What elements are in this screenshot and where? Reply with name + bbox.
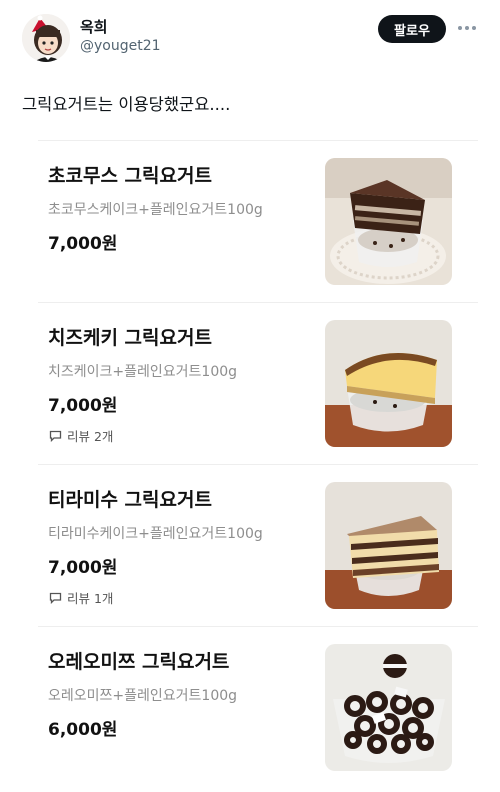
menu-item-name: 오레오미쯔 그릭요거트	[48, 651, 230, 673]
user-handle[interactable]: @youget21	[80, 38, 161, 54]
review-count[interactable]: 리뷰 2개	[49, 426, 113, 445]
menu-item[interactable]: 초코무스 그릭요거트 초코무스케이크+플레인요거트100g 7,000원	[22, 140, 478, 302]
menu-item-price: 7,000원	[48, 558, 118, 578]
divider	[38, 302, 478, 303]
menu-item[interactable]: 오레오미쯔 그릭요거트 오레오미쯔+플레인요거트100g 6,000원	[22, 626, 478, 788]
divider	[38, 140, 478, 141]
menu-item-name: 티라미수 그릭요거트	[48, 489, 212, 511]
menu-item-description: 치즈케이크+플레인요거트100g	[48, 364, 238, 380]
cheesecake-photo	[325, 320, 452, 447]
avatar[interactable]	[22, 14, 70, 62]
menu-item-name: 초코무스 그릭요거트	[48, 165, 212, 187]
display-name[interactable]: 옥희	[80, 16, 108, 37]
menu-item-description: 초코무스케이크+플레인요거트100g	[48, 202, 263, 218]
menu-item-price: 7,000원	[48, 234, 118, 254]
menu-item[interactable]: 티라미수 그릭요거트 티라미수케이크+플레인요거트100g 7,000원 리뷰 …	[22, 464, 478, 626]
review-count[interactable]: 리뷰 1개	[49, 588, 113, 607]
tiramisu-photo	[325, 482, 452, 609]
menu-item-name: 치즈케키 그릭요거트	[48, 327, 212, 349]
divider	[38, 464, 478, 465]
attached-menu-image[interactable]: 초코무스 그릭요거트 초코무스케이크+플레인요거트100g 7,000원 치즈케…	[22, 140, 478, 792]
oreo-cereal-photo	[325, 644, 452, 771]
chocolate-mousse-photo	[325, 158, 452, 285]
tweet-text: 그릭요거트는 이용당했군요....	[22, 95, 231, 114]
menu-item-price: 7,000원	[48, 396, 118, 416]
speech-bubble-icon	[49, 430, 62, 442]
review-count-label: 리뷰 2개	[67, 429, 114, 444]
menu-item-price: 6,000원	[48, 720, 118, 740]
divider	[38, 626, 478, 627]
tweet-header: 옥희 @youget21 팔로우	[0, 0, 500, 75]
follow-button[interactable]: 팔로우	[378, 15, 446, 43]
cartoon-avatar-icon	[22, 14, 70, 62]
speech-bubble-icon	[49, 592, 62, 604]
more-dots-icon	[458, 26, 462, 30]
menu-item-description: 티라미수케이크+플레인요거트100g	[48, 526, 263, 542]
more-options-button[interactable]	[456, 18, 478, 38]
review-count-label: 리뷰 1개	[67, 591, 114, 606]
menu-item-description: 오레오미쯔+플레인요거트100g	[48, 688, 238, 704]
menu-item[interactable]: 치즈케키 그릭요거트 치즈케이크+플레인요거트100g 7,000원 리뷰 2개	[22, 302, 478, 464]
